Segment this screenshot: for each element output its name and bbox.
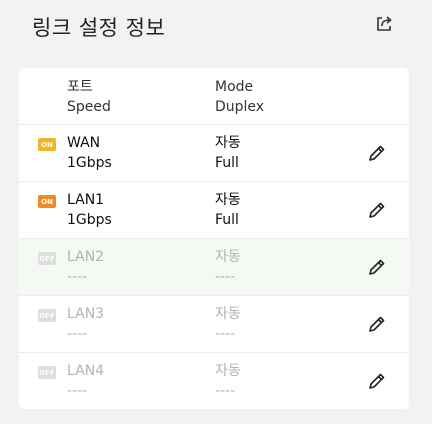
port-speed: ---- bbox=[67, 383, 88, 399]
status-badge-on: ON bbox=[38, 195, 56, 208]
link-settings-table: 포트 Speed Mode Duplex ON WAN 1Gbps 자동 Ful… bbox=[19, 68, 409, 409]
port-name: LAN1 bbox=[67, 192, 105, 208]
page-title: 링크 설정 정보 bbox=[32, 16, 166, 40]
port-speed: 1Gbps bbox=[67, 212, 112, 228]
mode-duplex-cell: 자동 ---- bbox=[215, 304, 241, 344]
table-row-lan4: OFF LAN4 ---- 자동 ---- bbox=[19, 353, 409, 409]
port-name: WAN bbox=[67, 135, 101, 151]
mode-duplex-cell: 자동 Full bbox=[215, 133, 241, 173]
export-button[interactable] bbox=[372, 12, 396, 36]
port-mode: 자동 bbox=[215, 363, 241, 379]
port-speed: ---- bbox=[67, 326, 88, 342]
port-speed-cell: LAN1 1Gbps bbox=[67, 190, 112, 230]
pencil-icon bbox=[369, 316, 385, 332]
port-speed: 1Gbps bbox=[67, 155, 112, 171]
table-row-lan2: OFF LAN2 ---- 자동 ---- bbox=[19, 239, 409, 296]
mode-duplex-cell: 자동 ---- bbox=[215, 361, 241, 401]
table-header: 포트 Speed Mode Duplex bbox=[19, 68, 409, 125]
pencil-icon bbox=[369, 259, 385, 275]
pencil-icon bbox=[369, 373, 385, 389]
port-duplex: ---- bbox=[215, 269, 236, 285]
port-speed-cell: LAN2 ---- bbox=[67, 247, 104, 287]
port-duplex: Full bbox=[215, 212, 239, 228]
edit-button-lan2[interactable] bbox=[365, 255, 389, 279]
header-duplex: Duplex bbox=[215, 99, 265, 115]
port-speed-cell: WAN 1Gbps bbox=[67, 133, 112, 173]
port-speed: ---- bbox=[67, 269, 88, 285]
edit-button-lan1[interactable] bbox=[365, 198, 389, 222]
edit-button-lan3[interactable] bbox=[365, 312, 389, 336]
port-name: LAN4 bbox=[67, 363, 105, 379]
edit-button-wan[interactable] bbox=[365, 141, 389, 165]
header-mode-duplex: Mode Duplex bbox=[215, 77, 264, 117]
port-speed-cell: LAN4 ---- bbox=[67, 361, 104, 401]
port-mode: 자동 bbox=[215, 135, 241, 151]
port-mode: 자동 bbox=[215, 306, 241, 322]
port-name: LAN3 bbox=[67, 306, 105, 322]
status-badge-off: OFF bbox=[38, 252, 56, 265]
export-icon bbox=[377, 16, 392, 31]
port-duplex: ---- bbox=[215, 326, 236, 342]
port-duplex: ---- bbox=[215, 383, 236, 399]
table-row-lan1: ON LAN1 1Gbps 자동 Full bbox=[19, 182, 409, 239]
mode-duplex-cell: 자동 ---- bbox=[215, 247, 241, 287]
pencil-icon bbox=[369, 202, 385, 218]
edit-button-lan4[interactable] bbox=[365, 369, 389, 393]
port-speed-cell: LAN3 ---- bbox=[67, 304, 104, 344]
header-mode: Mode bbox=[215, 79, 254, 95]
port-mode: 자동 bbox=[215, 192, 241, 208]
status-badge-off: OFF bbox=[38, 366, 56, 379]
status-badge-on: ON bbox=[38, 138, 56, 151]
header-speed: Speed bbox=[67, 99, 111, 115]
table-row-lan3: OFF LAN3 ---- 자동 ---- bbox=[19, 296, 409, 353]
header-port: 포트 bbox=[67, 79, 93, 95]
port-mode: 자동 bbox=[215, 249, 241, 265]
status-badge-off: OFF bbox=[38, 309, 56, 322]
port-duplex: Full bbox=[215, 155, 239, 171]
header-port-speed: 포트 Speed bbox=[67, 77, 111, 117]
port-name: LAN2 bbox=[67, 249, 105, 265]
table-row-wan: ON WAN 1Gbps 자동 Full bbox=[19, 125, 409, 182]
pencil-icon bbox=[369, 145, 385, 161]
mode-duplex-cell: 자동 Full bbox=[215, 190, 241, 230]
